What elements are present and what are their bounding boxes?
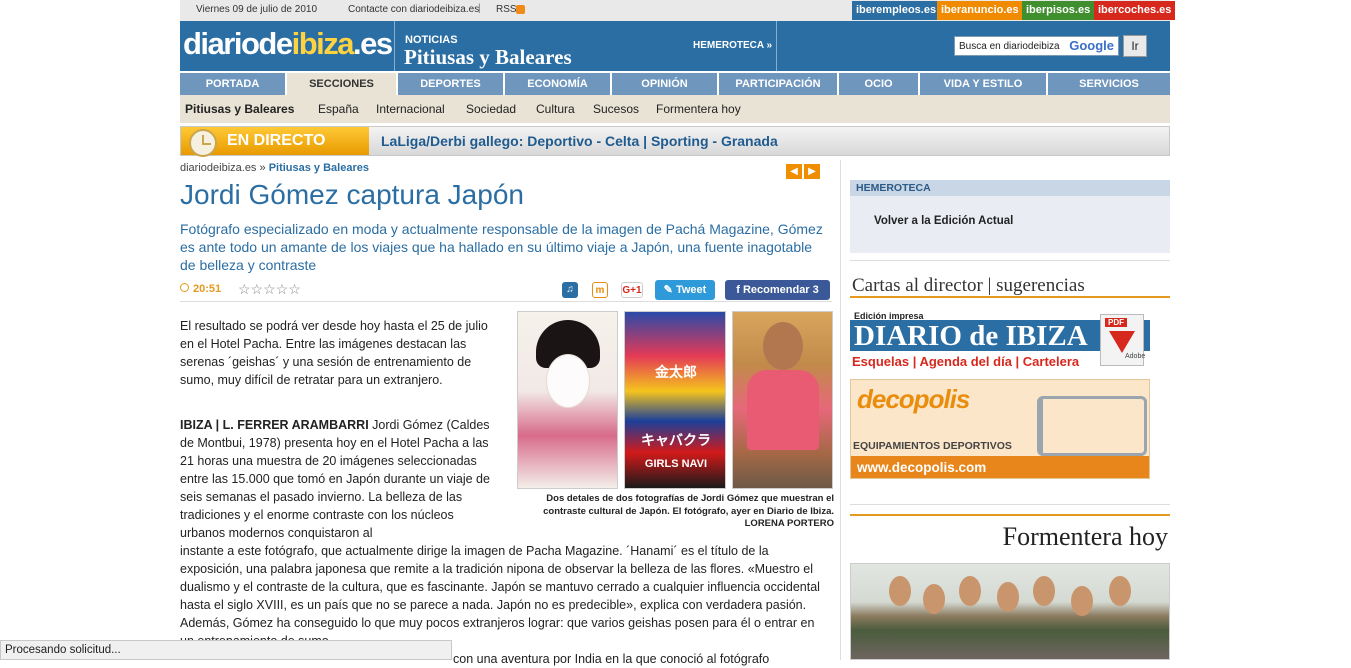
column-divider (840, 160, 841, 660)
article-paragraph: con una aventura por India en la que con… (453, 652, 770, 666)
article-photos[interactable]: 金太郎 キャバクラ GIRLS NAVI (517, 311, 833, 489)
facebook-recommend-button[interactable]: f Recomendar 3 (725, 280, 830, 300)
search-placeholder: Busca en diariodeibiza (959, 41, 1060, 52)
search-input[interactable]: Busca en diariodeibiza Google (954, 36, 1119, 56)
article-byline: IBIZA | L. FERRER ARAMBARRI (180, 418, 369, 432)
hemeroteca-link[interactable]: HEMEROTECA » (693, 40, 772, 51)
print-edition-name: DIARIO de IBIZA (854, 320, 1088, 352)
letters-title[interactable]: Cartas al director | sugerencias (852, 275, 1085, 297)
divider (850, 296, 1170, 298)
decopolis-ad[interactable]: decopolis EQUIPAMIENTOS DEPORTIVOS www.d… (850, 379, 1150, 479)
decopolis-logo: decopolis (857, 384, 970, 414)
subnav-espana[interactable]: España (318, 102, 359, 116)
header-divider (394, 21, 395, 71)
subnav-pitiusas[interactable]: Pitiusas y Baleares (185, 102, 294, 116)
article-lead: Fotógrafo especializado en moda y actual… (180, 221, 823, 273)
article-time: 20:51 (180, 283, 221, 295)
nav-deportes[interactable]: DEPORTES (398, 73, 503, 95)
iberpisos-link[interactable]: iberpisos.es (1022, 1, 1095, 20)
iberempleos-link[interactable]: iberempleos.es (852, 1, 941, 20)
article-meta: 20:51 ☆☆☆☆☆ ♫ m G+1 ✎ Tweet f Recomendar… (180, 280, 832, 302)
nav-portada[interactable]: PORTADA (180, 73, 285, 95)
ibercoches-link[interactable]: ibercoches.es (1094, 1, 1176, 20)
divider (850, 514, 1170, 516)
nav-participacion[interactable]: PARTICIPACIÓN (719, 73, 837, 95)
arrow-right-icon[interactable]: ▶ (804, 164, 820, 179)
rating-stars[interactable]: ☆☆☆☆☆ (238, 281, 301, 298)
facebook-icon: f (736, 284, 743, 296)
hemeroteca-title: HEMEROTECA (850, 180, 1170, 196)
search-button[interactable]: Ir (1123, 35, 1147, 57)
subnav-formentera[interactable]: Formentera hoy (656, 102, 741, 116)
site-header: diariodeibiza.es NOTICIAS Pitiusas y Bal… (180, 21, 1170, 71)
article-paragraph: El resultado se podrá ver desde hoy hast… (180, 319, 488, 387)
google-logo: Google (1069, 38, 1114, 53)
decopolis-url[interactable]: www.decopolis.com (851, 456, 1149, 478)
print-edition-banner[interactable]: DIARIO de IBIZA Esquelas | Agenda del dí… (850, 314, 1150, 370)
breadcrumb: diariodeibiza.es » Pitiusas y Baleares (180, 162, 369, 174)
download-arrow-icon (1109, 331, 1135, 353)
geisha-photo[interactable] (517, 311, 618, 489)
browser-status-bar: Procesando solicitud... (0, 640, 452, 660)
header-divider (776, 21, 777, 71)
contact-link[interactable]: Contacte con diariodeibiza.es (348, 4, 479, 15)
nav-secciones[interactable]: SECCIONES (287, 73, 396, 95)
tokyo-signs-photo[interactable]: 金太郎 キャバクラ GIRLS NAVI (624, 311, 726, 489)
nav-economia[interactable]: ECONOMÍA (505, 73, 610, 95)
page: Viernes 09 de julio de 2010 Contacte con… (180, 0, 1176, 666)
formentera-title[interactable]: Formentera hoy (850, 522, 1168, 552)
section-title: Pitiusas y Baleares (404, 45, 572, 69)
decopolis-tagline: EQUIPAMIENTOS DEPORTIVOS (853, 440, 1012, 452)
twitter-icon: ✎ (663, 284, 676, 296)
live-label: EN DIRECTO (181, 127, 369, 157)
hemeroteca-box: HEMEROTECA Volver a la Edición Actual (850, 180, 1170, 253)
print-edition-links[interactable]: Esquelas | Agenda del día | Cartelera (852, 354, 1079, 369)
sub-nav: Pitiusas y Baleares España Internacional… (180, 95, 1170, 123)
main-nav: PORTADA SECCIONES DEPORTES ECONOMÍA OPIN… (180, 73, 1170, 95)
article-pager: ◀ ▶ (784, 161, 820, 179)
nav-ocio[interactable]: OCIO (839, 73, 918, 95)
article-paragraph: IBIZA | L. FERRER ARAMBARRI Jordi Gómez … (180, 418, 490, 540)
photo-caption: Dos detales de dos fotografías de Jordi … (543, 493, 834, 529)
live-ticker: EN DIRECTO LaLiga/Derbi gallego: Deporti… (180, 126, 1170, 157)
audio-icon[interactable]: ♫ (562, 282, 578, 298)
current-date: Viernes 09 de julio de 2010 (196, 4, 318, 15)
formentera-photo[interactable] (850, 563, 1170, 660)
arrow-left-icon[interactable]: ◀ (786, 164, 802, 179)
rss-icon[interactable] (516, 5, 525, 14)
gym-machine-image (1037, 396, 1147, 456)
rss-link[interactable]: RSS (496, 4, 517, 15)
clock-icon (180, 283, 189, 292)
gplus-button[interactable]: G+1 (621, 282, 643, 298)
live-headline[interactable]: LaLiga/Derbi gallego: Deportivo - Celta … (381, 133, 778, 149)
iberanuncio-link[interactable]: iberanuncio.es (937, 1, 1023, 20)
article-title: Jordi Gómez captura Japón (180, 179, 524, 210)
breadcrumb-section[interactable]: Pitiusas y Baleares (269, 162, 369, 174)
top-bar: Viernes 09 de julio de 2010 Contacte con… (180, 0, 1176, 21)
meneame-icon[interactable]: m (592, 282, 608, 298)
tweet-button[interactable]: ✎ Tweet (655, 280, 715, 300)
clock-icon (189, 129, 217, 157)
topbar-separator: | (478, 3, 481, 14)
current-edition-link[interactable]: Volver a la Edición Actual (874, 215, 1013, 227)
photographer-photo[interactable] (732, 311, 833, 489)
nav-vida-y-estilo[interactable]: VIDA Y ESTILO (920, 73, 1046, 95)
subnav-cultura[interactable]: Cultura (536, 102, 575, 116)
site-logo[interactable]: diariodeibiza.es (183, 26, 393, 62)
subnav-sucesos[interactable]: Sucesos (593, 102, 639, 116)
article-paragraph: instante a este fotógrafo, que actualmen… (180, 544, 820, 648)
nav-servicios[interactable]: SERVICIOS (1048, 73, 1170, 95)
subnav-internacional[interactable]: Internacional (376, 102, 445, 116)
pdf-icon[interactable]: PDF Adobe (1100, 314, 1145, 366)
photo-credit: LORENA PORTERO (744, 518, 834, 529)
breadcrumb-site[interactable]: diariodeibiza.es (180, 162, 256, 174)
nav-opinion[interactable]: OPINIÓN (612, 73, 717, 95)
subnav-sociedad[interactable]: Sociedad (466, 102, 516, 116)
